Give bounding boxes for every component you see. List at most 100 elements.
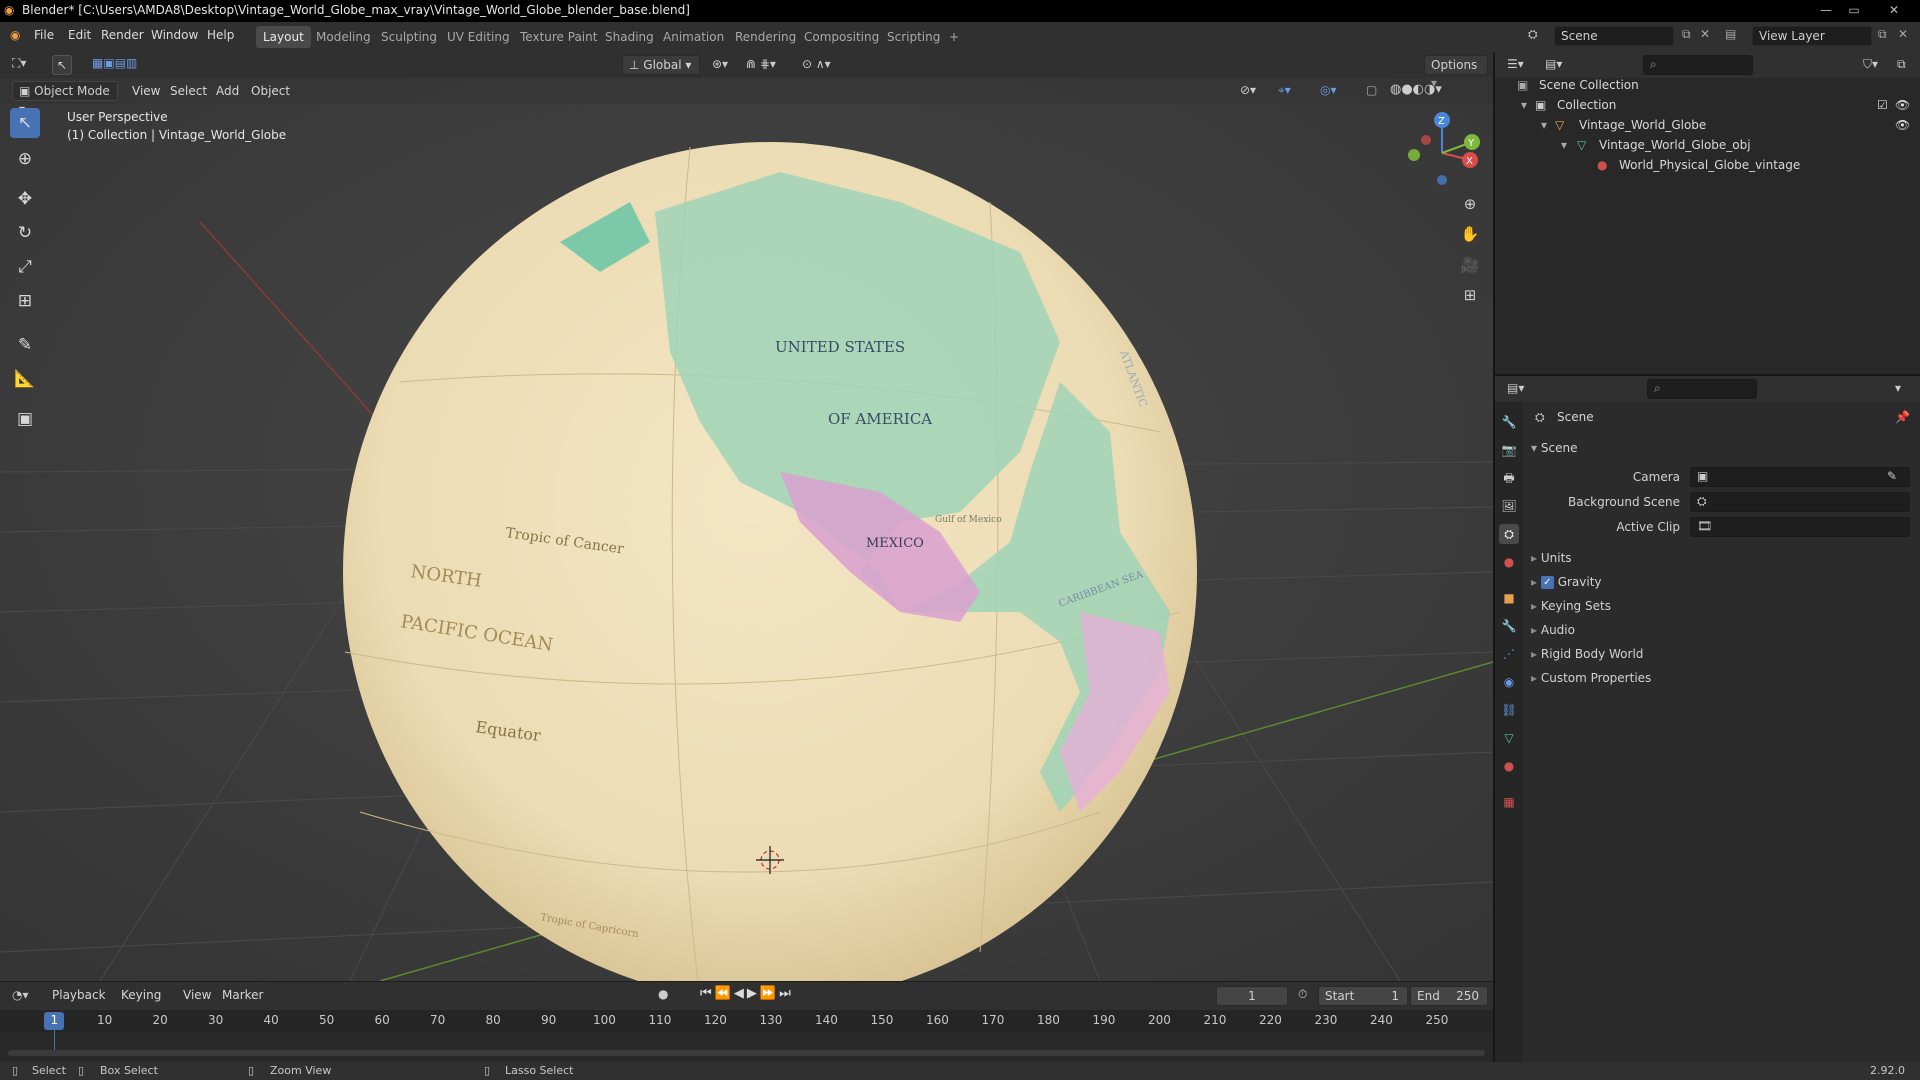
scene-tab-icon[interactable]: ⛭	[1499, 524, 1519, 544]
timeline-menu-playback[interactable]: Playback	[52, 988, 106, 1002]
record-icon[interactable]: ●	[658, 987, 668, 1001]
outliner-search-input[interactable]: ⌕	[1643, 55, 1753, 75]
output-tab-icon[interactable]: 🖶	[1499, 468, 1519, 488]
properties-search-input[interactable]: ⌕	[1647, 379, 1757, 399]
editor-type-icon[interactable]: ⛶▾	[12, 56, 26, 71]
menu-window[interactable]: Window	[151, 28, 198, 42]
texture-tab-icon[interactable]: ▦	[1499, 792, 1519, 812]
cursor-tool-icon[interactable]: ⊕	[10, 144, 40, 174]
menu-edit[interactable]: Edit	[68, 28, 91, 42]
select-box-tool-icon[interactable]: ↖	[10, 108, 40, 138]
tab-texture-paint[interactable]: Texture Paint	[513, 26, 604, 48]
physics-tab-icon[interactable]: ◉	[1499, 672, 1519, 692]
pivot-point-icon[interactable]: ⊛▾	[712, 57, 728, 71]
view-layer-selector[interactable]: View Layer	[1752, 26, 1872, 46]
modifier-tab-icon[interactable]: 🔧	[1499, 616, 1519, 636]
timeline-menu-view[interactable]: View	[183, 988, 211, 1002]
panel-rigid-body-world[interactable]: ▸ Rigid Body World	[1531, 644, 1643, 664]
pan-hand-icon[interactable]: ✋	[1456, 220, 1484, 248]
data-tab-icon[interactable]: ▽	[1499, 728, 1519, 748]
tab-layout[interactable]: Layout	[256, 26, 311, 48]
properties-editor-type-icon[interactable]: ▤▾	[1507, 381, 1524, 395]
properties-options-icon[interactable]: ▾	[1895, 381, 1901, 395]
timeline-menu-keying[interactable]: Keying	[121, 988, 161, 1002]
scale-tool-icon[interactable]: ⤢	[10, 252, 40, 282]
ortho-toggle-icon[interactable]: ⊞	[1456, 281, 1484, 309]
zoom-icon[interactable]: ⊕	[1456, 190, 1484, 218]
object-tab-icon[interactable]: ■	[1499, 588, 1519, 608]
close-button[interactable]: ✕	[1880, 0, 1908, 22]
delete-scene-icon[interactable]: ✕	[1700, 27, 1710, 41]
background-scene-field[interactable]: ⛭	[1690, 492, 1910, 512]
visibility-icon[interactable]: ⊘▾	[1240, 83, 1256, 97]
outliner-row-collection[interactable]: ▾ ▣ Collection ☑ 👁	[1495, 95, 1920, 115]
tab-uv-editing[interactable]: UV Editing	[440, 26, 517, 48]
outliner-row-material[interactable]: ● World_Physical_Globe_vintage	[1495, 155, 1920, 175]
timeline-menu-marker[interactable]: Marker	[222, 988, 263, 1002]
transform-orientation-select[interactable]: ⊥ Global ▾	[622, 55, 700, 75]
move-tool-icon[interactable]: ✥	[10, 184, 40, 214]
panel-gravity[interactable]: ▸ ✓ Gravity	[1531, 572, 1602, 592]
exclude-checkbox-icon[interactable]: ☑	[1877, 95, 1888, 115]
outliner-root[interactable]: ▣ Scene Collection	[1495, 75, 1920, 95]
expand-arrow-icon[interactable]: ▾	[1561, 135, 1567, 155]
current-frame-field[interactable]: 1	[1216, 986, 1288, 1006]
overlay-toggle-icon[interactable]: ◎▾	[1320, 83, 1337, 97]
camera-field[interactable]: ▣ ✎	[1690, 467, 1910, 487]
outliner-editor-type-icon[interactable]: ☰▾	[1507, 57, 1524, 71]
shading-mode-icons[interactable]: ◍●◐◑▾	[1390, 82, 1442, 97]
header-menu-add[interactable]: Add	[216, 84, 239, 98]
constraints-tab-icon[interactable]: ⛓	[1499, 700, 1519, 720]
menu-file[interactable]: File	[34, 28, 54, 42]
eye-icon[interactable]: 👁	[1895, 115, 1910, 135]
menu-help[interactable]: Help	[207, 28, 234, 42]
maximize-button[interactable]: ▭	[1840, 0, 1868, 22]
tab-scripting[interactable]: Scripting	[880, 26, 947, 48]
panel-keying-sets[interactable]: ▸ Keying Sets	[1531, 596, 1611, 616]
header-menu-view[interactable]: View	[132, 84, 160, 98]
snap-icon[interactable]: ⋒ ⋕▾	[746, 57, 776, 71]
add-workspace-button[interactable]: +	[942, 26, 966, 48]
timeline-ruler[interactable]: 1 10 20 30 40 50 60 70 80 90 100 110 120 130 140 150 160…	[0, 1010, 1493, 1032]
world-tab-icon[interactable]: ●	[1499, 552, 1519, 572]
eye-icon[interactable]: 👁	[1895, 95, 1910, 115]
gravity-checkbox[interactable]: ✓	[1540, 576, 1554, 589]
tool-tab-icon[interactable]: 🔧	[1499, 412, 1519, 432]
material-tab-icon[interactable]: ●	[1499, 756, 1519, 776]
outliner-row-globe[interactable]: ▾ ▽ Vintage_World_Globe 👁	[1495, 115, 1920, 135]
scene-selector[interactable]: Scene	[1554, 26, 1674, 46]
panel-units[interactable]: ▸ Units	[1531, 548, 1572, 568]
delete-view-layer-icon[interactable]: ✕	[1898, 27, 1908, 41]
menu-render[interactable]: Render	[101, 28, 144, 42]
panel-custom-properties[interactable]: ▸ Custom Properties	[1531, 668, 1651, 688]
playback-controls-icon[interactable]: ⏮⏪◀▶⏩⏭	[700, 986, 794, 1001]
particles-tab-icon[interactable]: ⋰	[1499, 644, 1519, 664]
proportional-edit-icon[interactable]: ⊙ ∧▾	[802, 57, 831, 71]
transform-tool-icon[interactable]: ⊞	[10, 286, 40, 316]
new-collection-icon[interactable]: ⧉	[1897, 57, 1906, 72]
gizmo-toggle-icon[interactable]: ⌖▾	[1278, 83, 1291, 98]
panel-audio[interactable]: ▸ Audio	[1531, 620, 1575, 640]
3d-viewport[interactable]: UNITED STATES OF AMERICA MEXICO Gulf of …	[0, 52, 1493, 981]
measure-tool-icon[interactable]: 📐	[10, 364, 40, 394]
start-frame-field[interactable]: Start 1	[1318, 986, 1408, 1006]
stopwatch-icon[interactable]: ⏱	[1298, 987, 1307, 1002]
blender-menu-icon[interactable]: ◉	[10, 28, 20, 42]
tab-modeling[interactable]: Modeling	[309, 26, 378, 48]
annotate-tool-icon[interactable]: ✎	[10, 330, 40, 360]
add-cube-tool-icon[interactable]: ▣	[10, 404, 40, 434]
tab-shading[interactable]: Shading	[598, 26, 661, 48]
eyedropper-icon[interactable]: ✎	[1887, 469, 1897, 483]
end-frame-field[interactable]: End 250	[1410, 986, 1488, 1006]
timeline-scrollbar[interactable]	[8, 1050, 1485, 1056]
timeline-editor-type-icon[interactable]: ◔▾	[12, 988, 29, 1002]
display-mode-icon[interactable]: ▤▾	[1545, 57, 1562, 71]
active-clip-field[interactable]: 🎞	[1690, 517, 1910, 537]
tab-animation[interactable]: Animation	[656, 26, 731, 48]
panel-scene-header[interactable]: ▾ Scene	[1531, 438, 1577, 458]
tab-sculpting[interactable]: Sculpting	[374, 26, 444, 48]
filter-icon[interactable]: ⛉▾	[1863, 57, 1878, 72]
camera-view-icon[interactable]: 🎥	[1456, 251, 1484, 279]
tab-rendering[interactable]: Rendering	[728, 26, 803, 48]
rotate-tool-icon[interactable]: ↻	[10, 218, 40, 248]
